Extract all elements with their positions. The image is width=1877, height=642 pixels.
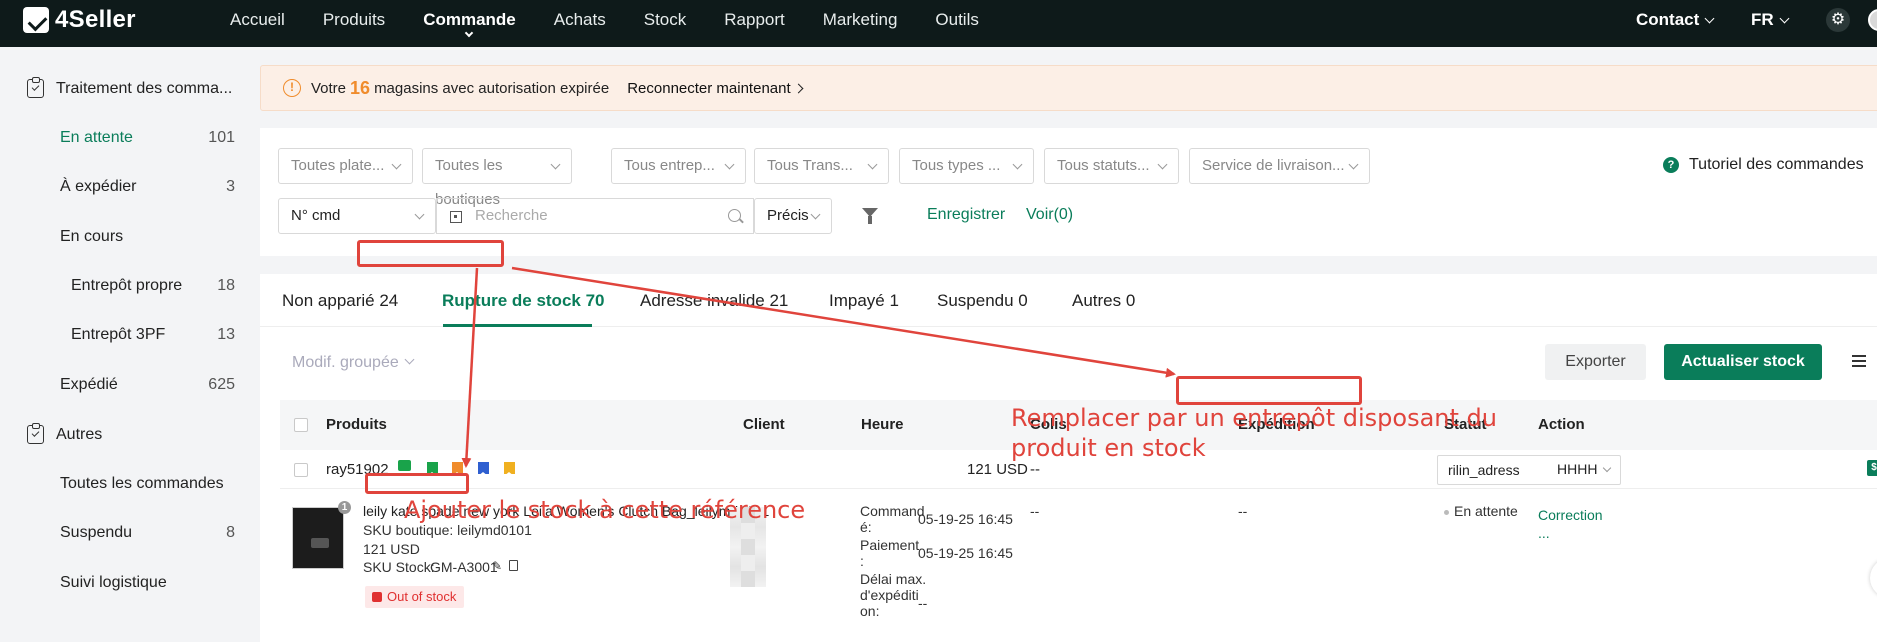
annotation-replace-warehouse: Remplacer par un entrepôt disposant du p… [1011,404,1497,462]
annotation-arrows [461,266,1176,468]
annotation-add-stock: Ajouter le stock à cette référence [404,496,806,524]
